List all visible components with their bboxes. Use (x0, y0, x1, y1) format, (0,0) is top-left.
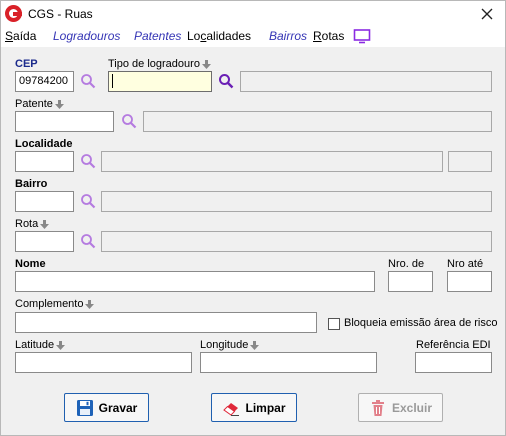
latitude-label: Latitude (15, 339, 66, 351)
rota-description (101, 231, 492, 252)
gravar-label: Gravar (98, 400, 138, 415)
patente-description (143, 111, 492, 132)
localidade-extra (448, 151, 492, 172)
down-arrow-icon (54, 99, 64, 109)
limpar-label: Limpar (245, 400, 286, 415)
nro-de-field[interactable] (388, 271, 433, 292)
menu-patentes[interactable]: Patentes (134, 29, 181, 43)
excluir-label: Excluir (391, 400, 433, 415)
rota-label: Rota (15, 218, 50, 230)
ruas-window: CGS - Ruas Saída Logradouros Patentes Lo… (0, 0, 506, 436)
cep-field[interactable]: 09784200 (15, 71, 74, 92)
menu-rotas[interactable]: Rotas (313, 29, 344, 43)
complemento-field[interactable] (15, 312, 317, 333)
longitude-label: Longitude (200, 339, 260, 351)
localidade-field[interactable] (15, 151, 74, 172)
limpar-button[interactable]: Limpar (211, 393, 297, 422)
cep-search-icon[interactable] (80, 73, 96, 89)
menu-bar: Saída Logradouros Patentes Localidades B… (1, 27, 505, 47)
patente-label: Patente (15, 98, 64, 110)
down-arrow-icon (250, 340, 260, 350)
down-arrow-icon (85, 299, 95, 309)
nro-de-label: Nro. de (388, 258, 425, 270)
localidade-description (101, 151, 443, 172)
menu-logradouros[interactable]: Logradouros (53, 29, 120, 43)
longitude-field[interactable] (200, 352, 377, 373)
menu-localidades[interactable]: Localidades (187, 29, 251, 43)
referencia-edi-field[interactable] (415, 352, 492, 373)
close-icon (481, 8, 493, 20)
down-arrow-icon (56, 340, 66, 350)
bairro-field[interactable] (15, 191, 74, 212)
down-arrow-icon (40, 219, 50, 229)
patente-field[interactable] (15, 111, 114, 132)
bairro-label: Bairro (15, 178, 48, 190)
localidade-label: Localidade (15, 138, 73, 150)
tipo-logradouro-field[interactable] (108, 71, 212, 92)
tipo-logradouro-search-icon[interactable] (218, 73, 234, 89)
patente-search-icon[interactable] (121, 113, 137, 129)
nome-label: Nome (15, 258, 46, 270)
rota-search-icon[interactable] (80, 233, 96, 249)
close-button[interactable] (477, 4, 497, 24)
bloqueia-label[interactable]: Bloqueia emissão área de risco (344, 317, 497, 329)
monitor-icon[interactable] (353, 28, 371, 44)
bloqueia-checkbox[interactable] (328, 318, 340, 330)
tipo-logradouro-label: Tipo de logradouro (108, 58, 211, 70)
menu-bairros[interactable]: Bairros (269, 29, 307, 43)
menu-saida[interactable]: Saída (5, 29, 36, 43)
down-arrow-icon (201, 59, 211, 69)
nome-field[interactable] (15, 271, 375, 292)
latitude-field[interactable] (15, 352, 192, 373)
bairro-search-icon[interactable] (80, 193, 96, 209)
gravar-button[interactable]: Gravar (64, 393, 149, 422)
cep-value: 09784200 (19, 75, 68, 87)
localidade-search-icon[interactable] (80, 153, 96, 169)
complemento-label: Complemento (15, 298, 95, 310)
referencia-edi-label: Referência EDI (416, 339, 491, 351)
window-title: CGS - Ruas (28, 7, 93, 21)
text-caret (112, 74, 113, 89)
tipo-logradouro-description (240, 71, 492, 92)
nro-ate-field[interactable] (447, 271, 492, 292)
title-bar: CGS - Ruas (1, 1, 505, 27)
nro-ate-label: Nro até (447, 258, 484, 270)
floppy-disk-icon (76, 399, 93, 416)
trash-icon (371, 399, 384, 416)
eraser-icon (223, 402, 240, 416)
cep-label: CEP (15, 58, 38, 70)
excluir-button[interactable]: Excluir (358, 393, 443, 422)
rota-field[interactable] (15, 231, 74, 252)
cgs-logo-icon (5, 5, 22, 22)
bairro-description (101, 191, 492, 212)
